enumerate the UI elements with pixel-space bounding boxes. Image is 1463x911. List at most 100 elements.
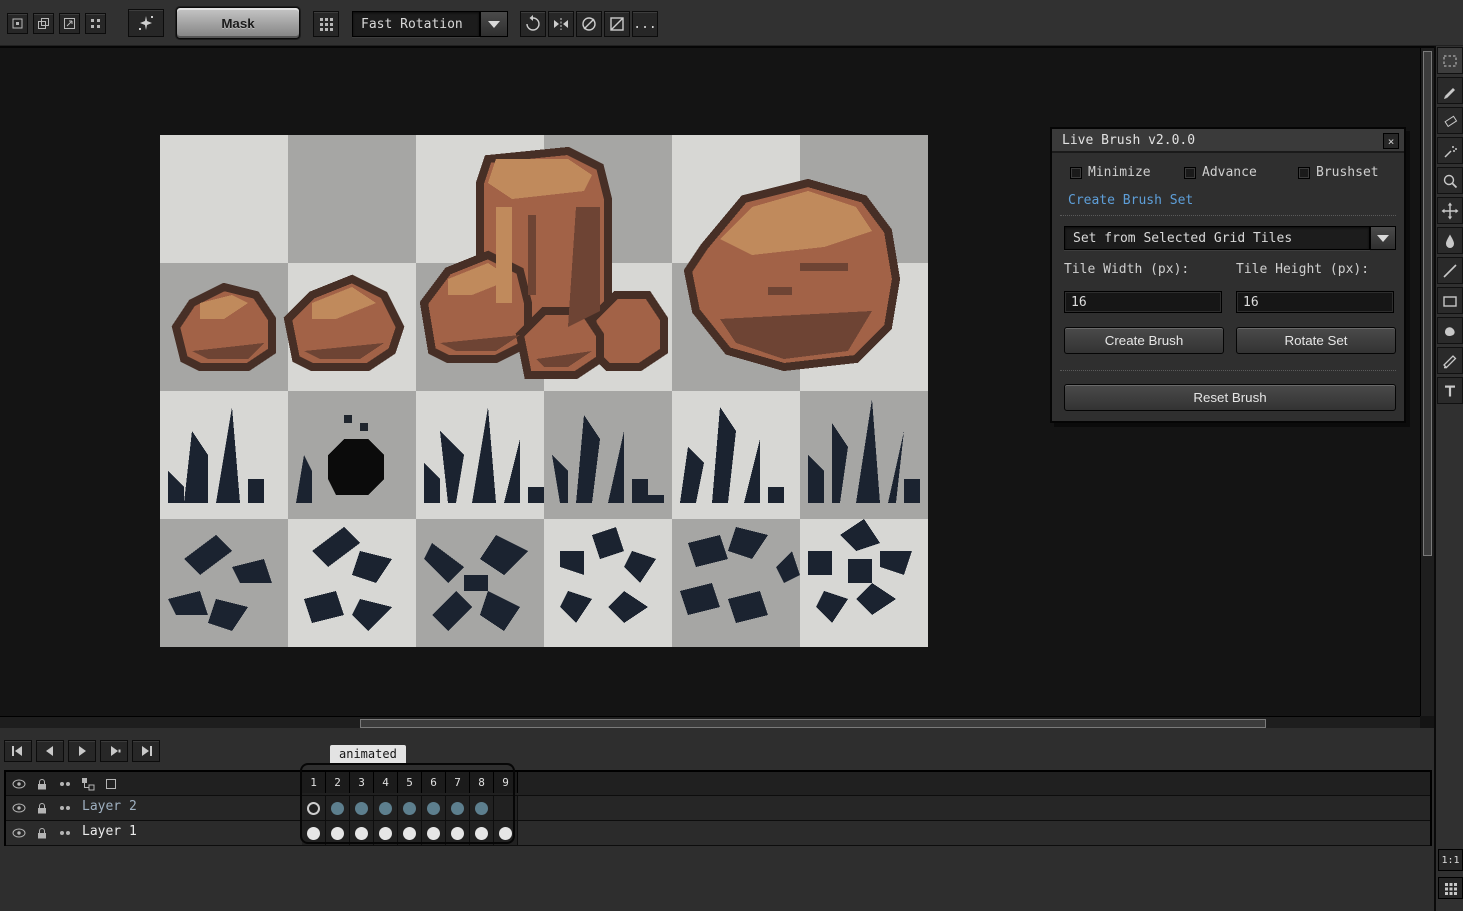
rotation-mode-dropdown-button[interactable] xyxy=(480,11,508,37)
mask-button[interactable]: Mask xyxy=(176,7,300,39)
frame-cell[interactable] xyxy=(302,821,326,845)
create-brush-button[interactable]: Create Brush xyxy=(1064,327,1224,354)
layer-visibility-toggle[interactable] xyxy=(10,799,28,817)
tile-height-label: Tile Height (px): xyxy=(1236,262,1369,277)
layer-row[interactable]: Layer 1 xyxy=(6,821,1430,846)
layer-continuous-toggle[interactable] xyxy=(56,824,74,842)
tile-width-input[interactable] xyxy=(1064,291,1222,313)
close-button[interactable]: × xyxy=(1383,133,1399,149)
layer-lock-toggle[interactable] xyxy=(33,824,51,842)
tool-zoom[interactable] xyxy=(1437,167,1463,194)
rectangle-icon xyxy=(1441,292,1459,310)
frame-cell[interactable] xyxy=(326,796,350,820)
more-options-button[interactable]: ... xyxy=(632,11,658,37)
frame-number[interactable]: 5 xyxy=(398,772,422,793)
tool-rectangular-marquee[interactable] xyxy=(1437,47,1463,74)
source-dropdown-button[interactable] xyxy=(1370,226,1396,250)
create-brush-set-link[interactable]: Create Brush Set xyxy=(1068,193,1193,208)
preview-button[interactable] xyxy=(128,9,164,37)
frame-cell[interactable] xyxy=(446,821,470,845)
go-first-frame-button[interactable] xyxy=(4,740,32,762)
tool-slice[interactable] xyxy=(1437,347,1463,374)
frame-cell[interactable] xyxy=(374,796,398,820)
timeline-options-button[interactable] xyxy=(79,775,97,793)
dialog-title-bar[interactable]: Live Brush v2.0.0 xyxy=(1052,129,1404,153)
layer-row[interactable]: Layer 2 xyxy=(6,796,1430,821)
layer-lock-toggle[interactable] xyxy=(33,799,51,817)
tool-eraser[interactable] xyxy=(1437,107,1463,134)
rotation-mode-dropdown[interactable]: Fast Rotation xyxy=(352,11,480,37)
frame-cell[interactable] xyxy=(422,821,446,845)
frame-cell[interactable] xyxy=(398,821,422,845)
tile-grid-button[interactable] xyxy=(313,11,339,37)
frame-number[interactable]: 8 xyxy=(470,772,494,793)
next-frame-button[interactable] xyxy=(100,740,128,762)
frame-number[interactable]: 4 xyxy=(374,772,398,793)
lock-icon xyxy=(35,801,49,815)
frame-number[interactable]: 2 xyxy=(326,772,350,793)
frame-cell[interactable] xyxy=(374,821,398,845)
export-button[interactable] xyxy=(59,13,80,34)
rotate-set-button[interactable]: Rotate Set xyxy=(1236,327,1396,354)
frame-number[interactable]: 3 xyxy=(350,772,374,793)
sprite-canvas[interactable] xyxy=(160,135,928,647)
continuous-all-toggle[interactable] xyxy=(56,775,74,793)
tool-pencil[interactable] xyxy=(1437,77,1463,104)
pixel-grid-button[interactable] xyxy=(1438,877,1463,899)
layer-visibility-toggle[interactable] xyxy=(10,824,28,842)
rotate-button[interactable] xyxy=(520,11,546,37)
no-rotation-circle-button[interactable] xyxy=(576,11,602,37)
frame-cell[interactable] xyxy=(350,821,374,845)
brushset-checkbox[interactable]: Brushset xyxy=(1298,165,1379,180)
layer-name[interactable]: Layer 2 xyxy=(82,799,137,814)
vertical-scrollbar-thumb[interactable] xyxy=(1423,51,1432,556)
visibility-all-toggle[interactable] xyxy=(10,775,28,793)
layer-name[interactable]: Layer 1 xyxy=(82,824,137,839)
frame-number[interactable]: 1 xyxy=(302,772,326,793)
layer-continuous-toggle[interactable] xyxy=(56,799,74,817)
tool-spray[interactable] xyxy=(1437,137,1463,164)
zoom-ratio-button[interactable]: 1:1 xyxy=(1438,849,1463,871)
tool-paint-bucket[interactable] xyxy=(1437,227,1463,254)
play-button[interactable] xyxy=(68,740,96,762)
tool-rectangle[interactable] xyxy=(1437,287,1463,314)
frame-cell[interactable] xyxy=(470,821,494,845)
frame-cell[interactable] xyxy=(398,796,422,820)
flip-button[interactable] xyxy=(548,11,574,37)
separator xyxy=(1060,215,1396,216)
frame-cell[interactable] xyxy=(446,796,470,820)
frame-number[interactable]: 9 xyxy=(494,772,518,793)
previous-frame-button[interactable] xyxy=(36,740,64,762)
tool-contour[interactable] xyxy=(1437,317,1463,344)
frame-cell[interactable] xyxy=(326,821,350,845)
tool-line[interactable] xyxy=(1437,257,1463,284)
vertical-scrollbar[interactable] xyxy=(1420,48,1434,716)
frame-cell[interactable] xyxy=(494,821,518,845)
frame-cell[interactable] xyxy=(422,796,446,820)
go-last-frame-button[interactable] xyxy=(132,740,160,762)
grid-toggle-button[interactable] xyxy=(85,13,106,34)
cel-options-button[interactable] xyxy=(102,775,120,793)
frame-cell[interactable] xyxy=(350,796,374,820)
animation-tag[interactable]: animated xyxy=(330,745,406,763)
minimize-checkbox[interactable]: Minimize xyxy=(1070,165,1151,180)
move-icon xyxy=(1441,202,1459,220)
frame-number[interactable]: 7 xyxy=(446,772,470,793)
source-dropdown-value: Set from Selected Grid Tiles xyxy=(1073,231,1292,246)
lock-all-toggle[interactable] xyxy=(33,775,51,793)
tool-move[interactable] xyxy=(1437,197,1463,224)
tile-height-input[interactable] xyxy=(1236,291,1394,313)
skip-last-icon xyxy=(139,745,153,757)
duplicate-button[interactable] xyxy=(33,13,54,34)
advance-checkbox[interactable]: Advance xyxy=(1184,165,1257,180)
frame-cell[interactable] xyxy=(302,796,326,820)
frame-number[interactable]: 6 xyxy=(422,772,446,793)
source-dropdown[interactable]: Set from Selected Grid Tiles xyxy=(1064,226,1370,250)
frame-cell[interactable] xyxy=(470,796,494,820)
horizontal-scrollbar-thumb[interactable] xyxy=(360,719,1266,728)
tool-text[interactable] xyxy=(1437,377,1463,404)
no-rotation-square-button[interactable] xyxy=(604,11,630,37)
frame-cell[interactable] xyxy=(494,796,518,820)
reset-brush-button[interactable]: Reset Brush xyxy=(1064,384,1396,411)
canvas-grid-button[interactable] xyxy=(7,13,28,34)
